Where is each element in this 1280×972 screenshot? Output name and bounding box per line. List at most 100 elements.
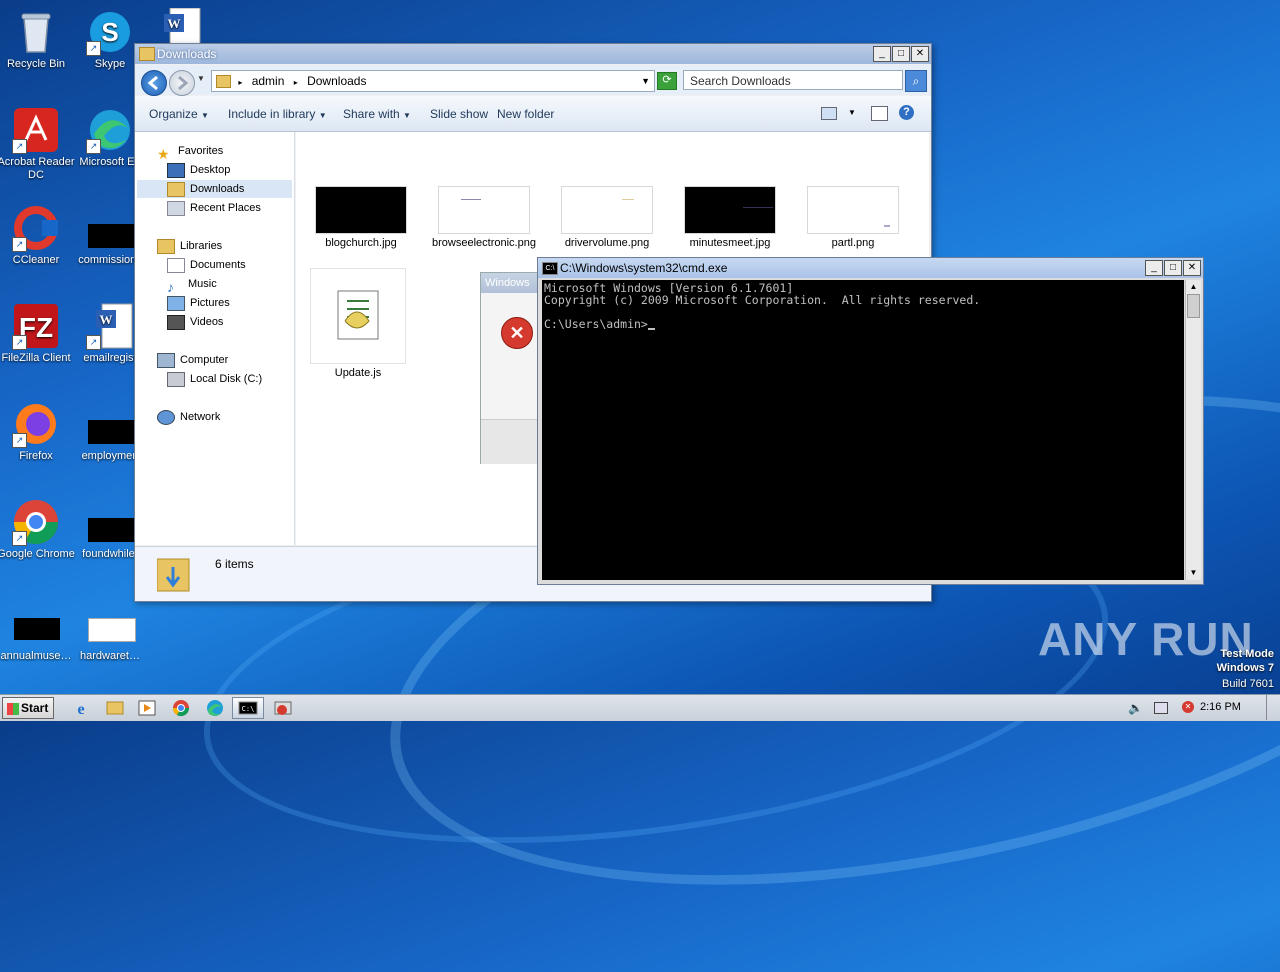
desktop-icon-acrobat[interactable]: ↗ Acrobat Reader DC — [0, 106, 76, 182]
maximize-button[interactable]: □ — [1164, 260, 1182, 276]
computer-icon — [157, 352, 175, 368]
cmd-titlebar[interactable]: C:\ C:\Windows\system32\cmd.exe _ □ ✕ — [538, 258, 1203, 278]
file-item[interactable]: partl.png — [798, 186, 908, 249]
nav-downloads[interactable]: Downloads — [137, 180, 292, 198]
address-dropdown-icon[interactable]: ▼ — [641, 71, 650, 91]
desktop-icon-ccleaner[interactable]: ↗ CCleaner — [0, 204, 76, 267]
breadcrumb[interactable]: ▸ admin ▸ Downloads ▼ — [211, 70, 655, 92]
error-dialog[interactable]: Windows ✕ — [480, 272, 542, 464]
recent-pages-chevron-icon[interactable]: ▼ — [197, 74, 205, 83]
desktop-icon-recycle-bin[interactable]: Recycle Bin — [0, 8, 76, 71]
action-center-icon[interactable]: ✕ — [1182, 701, 1194, 713]
forward-button[interactable] — [169, 70, 195, 96]
desktop-icon-label: Google Chrome — [0, 548, 75, 560]
nav-music[interactable]: ♪ Music — [167, 275, 217, 295]
nav-videos[interactable]: Videos — [167, 313, 223, 331]
svg-text:W: W — [168, 16, 181, 31]
window-title: C:\Windows\system32\cmd.exe — [560, 261, 728, 275]
back-arrow-icon — [147, 75, 158, 91]
network-tray-icon[interactable] — [1154, 702, 1168, 714]
vertical-scrollbar[interactable]: ▲ ▼ — [1185, 280, 1201, 580]
organize-menu[interactable]: Organize ▼ — [149, 107, 209, 121]
minimize-button[interactable]: _ — [873, 46, 891, 62]
chrome-icon: ↗ — [12, 498, 60, 546]
slide-show-button[interactable]: Slide show — [430, 107, 488, 121]
ccleaner-icon: ↗ — [12, 204, 60, 252]
minimize-button[interactable]: _ — [1145, 260, 1163, 276]
desktop-icon-label: hardwaret… — [80, 650, 140, 662]
desktop-icon-annualmuse[interactable]: annualmuse… — [0, 600, 76, 663]
edge-icon — [207, 700, 223, 716]
desktop-icon-hardwaret[interactable]: hardwaret… — [70, 600, 150, 663]
view-options-icon[interactable] — [821, 107, 837, 120]
text-cursor — [647, 328, 655, 330]
back-button[interactable] — [141, 70, 167, 96]
scroll-thumb[interactable] — [1187, 294, 1200, 318]
image-thumbnail — [315, 186, 407, 234]
speaker-icon[interactable]: 🔈 — [1128, 701, 1143, 715]
pictures-icon — [167, 295, 185, 311]
taskbar-edge[interactable] — [200, 697, 230, 719]
close-button[interactable]: ✕ — [1183, 260, 1201, 276]
test-mode-label: Test Mode — [1220, 648, 1274, 660]
recent-places-icon — [167, 200, 185, 216]
file-item[interactable]: drivervolume.png — [552, 186, 662, 249]
maximize-button[interactable]: □ — [892, 46, 910, 62]
nav-favorites[interactable]: ★ Favorites — [157, 142, 223, 162]
close-button[interactable]: ✕ — [911, 46, 929, 62]
nav-computer[interactable]: Computer — [157, 351, 228, 369]
breadcrumb-item-admin[interactable]: admin — [252, 74, 285, 88]
explorer-titlebar[interactable]: Downloads _ □ ✕ — [135, 44, 931, 64]
svg-text:W: W — [100, 312, 113, 327]
media-player-icon — [138, 700, 156, 716]
desktop-icon — [167, 162, 185, 178]
desktop-icon-filezilla[interactable]: FZ ↗ FileZilla Client — [0, 302, 76, 365]
preview-pane-icon[interactable] — [871, 106, 888, 121]
file-item[interactable]: blogchurch.jpg — [306, 186, 416, 249]
taskbar-ie[interactable]: e — [66, 697, 96, 719]
file-item[interactable]: Update.js — [308, 268, 408, 379]
share-with-menu[interactable]: Share with ▼ — [343, 107, 411, 121]
desktop-icon-chrome[interactable]: ↗ Google Chrome — [0, 498, 76, 561]
shortcut-arrow-icon: ↗ — [12, 237, 27, 252]
image-thumbnail — [561, 186, 653, 234]
show-desktop-button[interactable] — [1266, 695, 1280, 720]
clock[interactable]: 2:16 PM — [1200, 701, 1241, 713]
new-folder-button[interactable]: New folder — [497, 107, 554, 121]
nav-local-disk[interactable]: Local Disk (C:) — [167, 370, 262, 388]
help-icon[interactable]: ? — [899, 105, 914, 120]
image-file-icon — [12, 600, 60, 648]
nav-libraries[interactable]: Libraries — [157, 237, 222, 255]
taskbar-explorer[interactable] — [100, 697, 130, 719]
nav-documents[interactable]: Documents — [167, 256, 246, 274]
search-input[interactable]: Search Downloads — [683, 70, 903, 90]
nav-desktop[interactable]: Desktop — [167, 161, 230, 179]
include-in-library-menu[interactable]: Include in library ▼ — [228, 107, 327, 121]
star-icon: ★ — [157, 145, 170, 162]
folder-icon — [139, 47, 155, 61]
acrobat-icon: ↗ — [12, 106, 60, 154]
scroll-down-icon[interactable]: ▼ — [1186, 566, 1201, 580]
file-item[interactable]: browseelectronic.png — [429, 186, 539, 249]
refresh-button[interactable]: ⟳ — [657, 72, 677, 90]
firefox-icon: ↗ — [12, 400, 60, 448]
taskbar-cmd[interactable]: C:\ — [232, 697, 264, 719]
nav-pictures[interactable]: Pictures — [167, 294, 230, 312]
start-button[interactable]: Start — [2, 697, 54, 719]
cmd-window[interactable]: C:\ C:\Windows\system32\cmd.exe _ □ ✕ Mi… — [537, 257, 1204, 585]
breadcrumb-item-downloads[interactable]: Downloads — [307, 74, 366, 88]
taskbar-error-app[interactable] — [268, 697, 298, 719]
network-icon — [157, 409, 175, 425]
taskbar-chrome[interactable] — [166, 697, 196, 719]
chrome-icon — [172, 700, 190, 717]
nav-recent-places[interactable]: Recent Places — [167, 199, 261, 217]
view-dropdown-icon[interactable]: ▼ — [848, 108, 856, 117]
nav-network[interactable]: Network — [157, 408, 220, 426]
console-output[interactable]: Microsoft Windows [Version 6.1.7601] Copy… — [542, 280, 1184, 580]
scroll-up-icon[interactable]: ▲ — [1186, 280, 1201, 294]
search-icon[interactable]: ⌕ — [905, 70, 927, 92]
taskbar-media-player[interactable] — [132, 697, 162, 719]
file-item[interactable]: minutesmeet.jpg — [675, 186, 785, 249]
desktop-icon-label: Firefox — [19, 450, 53, 462]
desktop-icon-firefox[interactable]: ↗ Firefox — [0, 400, 76, 463]
